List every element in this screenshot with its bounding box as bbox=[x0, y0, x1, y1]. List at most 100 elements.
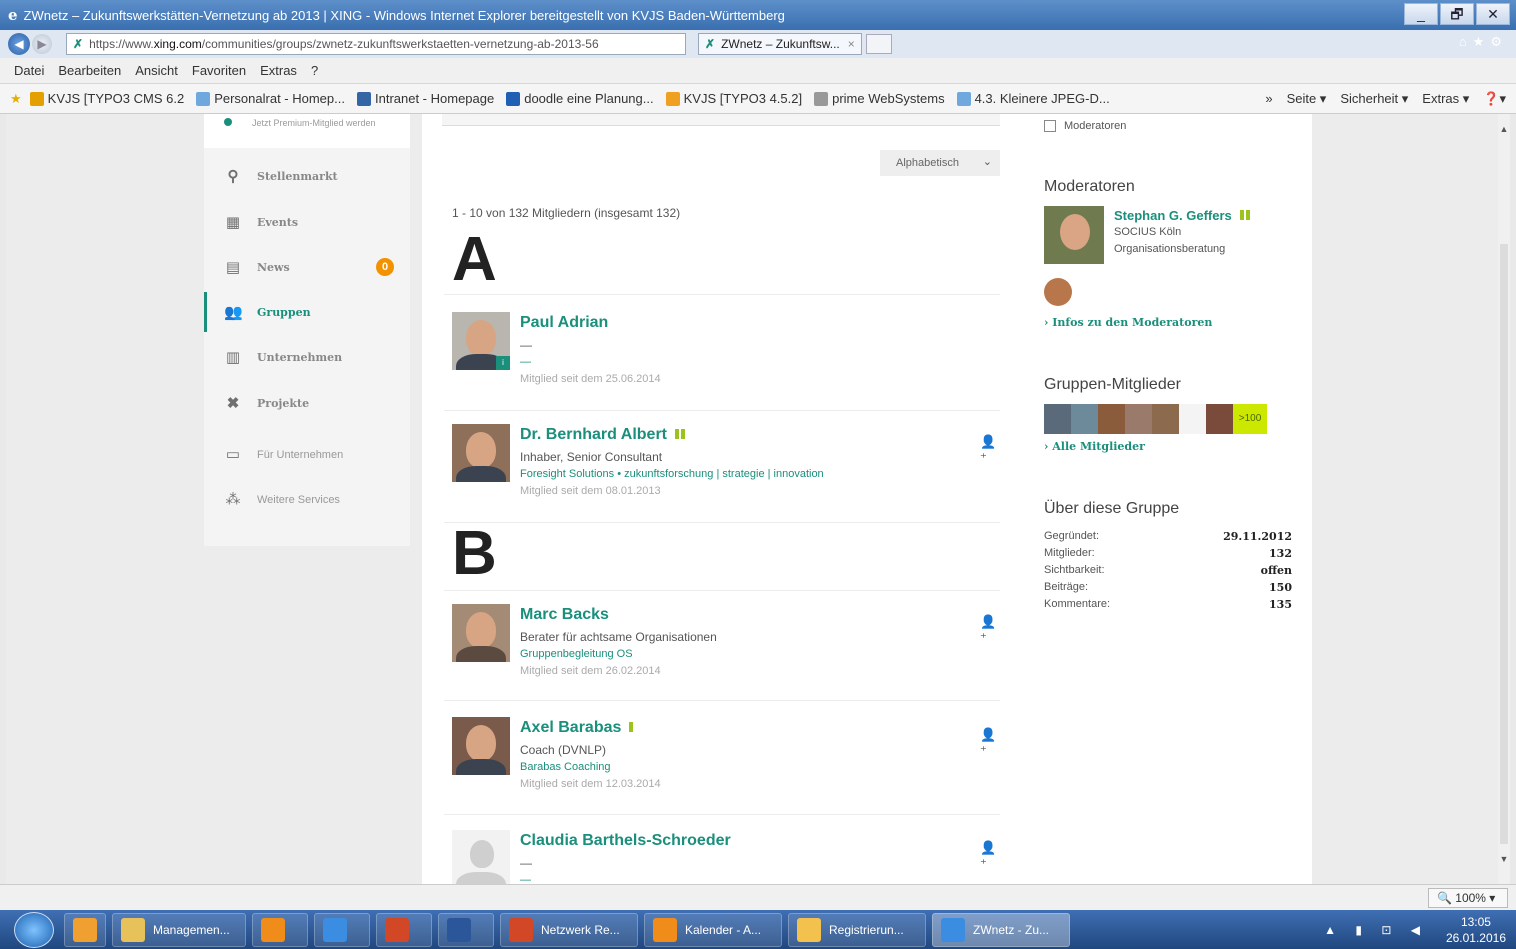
nav-item-fuer-unternehmen[interactable]: ▭ Für Unternehmen bbox=[204, 435, 410, 475]
member-name[interactable]: Marc Backs bbox=[520, 606, 609, 624]
tray-icons[interactable]: ▲ ▮ ⊡ ◀ bbox=[1324, 923, 1428, 937]
taskbar-kalender[interactable]: Kalender - A... bbox=[644, 912, 782, 947]
moderator-avatar-small[interactable] bbox=[1044, 278, 1072, 306]
close-button[interactable]: ✕ bbox=[1476, 3, 1510, 25]
help-menu[interactable]: ❓▾ bbox=[1483, 91, 1506, 107]
favorite-item[interactable]: KVJS [TYPO3 4.5.2] bbox=[665, 91, 802, 106]
taskbar-word[interactable] bbox=[438, 912, 494, 947]
taskbar-zwnetz-ie[interactable]: ZWnetz - Zu... bbox=[932, 912, 1070, 947]
taskbar-outlook[interactable] bbox=[252, 912, 308, 947]
minimize-button[interactable]: _ bbox=[1404, 3, 1438, 25]
prime-websystems-icon bbox=[814, 91, 829, 106]
divider bbox=[444, 294, 1000, 295]
favorite-item[interactable]: Intranet - Homepage bbox=[356, 91, 494, 106]
divider bbox=[444, 410, 1000, 411]
member-thumbnail[interactable] bbox=[1125, 404, 1152, 434]
scrollbar-thumb[interactable] bbox=[1500, 244, 1508, 844]
tools-menu[interactable]: Extras ▾ bbox=[1422, 91, 1469, 107]
more-favorites-button[interactable]: » bbox=[1265, 91, 1272, 107]
member-company[interactable]: Barabas Coaching bbox=[520, 761, 611, 773]
member-company[interactable]: Foresight Solutions • zukunftsforschung … bbox=[520, 468, 824, 480]
menu-ansicht[interactable]: Ansicht bbox=[135, 63, 178, 78]
media-player-icon bbox=[73, 917, 97, 942]
page-scrollbar[interactable]: ▲ ▼ bbox=[1498, 114, 1510, 884]
avatar[interactable] bbox=[452, 717, 510, 775]
nav-item-stellenmarkt[interactable]: ⚲ Stellenmarkt bbox=[204, 156, 410, 196]
forward-button[interactable]: ▶ bbox=[32, 34, 52, 54]
favorite-item[interactable]: Personalrat - Homep... bbox=[196, 91, 345, 106]
member-thumbnail[interactable] bbox=[1179, 404, 1206, 434]
start-button[interactable] bbox=[14, 911, 54, 948]
member-thumbnail[interactable] bbox=[1044, 404, 1071, 434]
favorite-item[interactable]: doodle eine Planung... bbox=[506, 91, 654, 106]
letter-heading-a: A bbox=[452, 225, 497, 294]
sort-select[interactable]: Alphabetisch ⌄ bbox=[880, 150, 1000, 176]
internet-explorer-icon bbox=[323, 917, 347, 942]
add-contact-icon[interactable]: 👤⁺ bbox=[980, 840, 1000, 872]
premium-strip[interactable]: Jetzt Premium-Mitglied werden bbox=[204, 114, 410, 148]
taskbar-media-player[interactable] bbox=[64, 912, 106, 947]
more-members-badge[interactable]: >100 bbox=[1233, 404, 1267, 434]
premium-icon bbox=[1245, 210, 1250, 220]
moderator-avatar[interactable] bbox=[1044, 206, 1104, 264]
nav-item-news[interactable]: ▤ News 0 bbox=[204, 247, 410, 287]
clock[interactable]: 13:05 26.01.2016 bbox=[1446, 914, 1506, 946]
menu-extras[interactable]: Extras bbox=[260, 63, 297, 78]
browser-tab-zwnetz[interactable]: ✗ ZWnetz – Zukunftsw... × bbox=[698, 33, 862, 55]
member-name[interactable]: Paul Adrian bbox=[520, 314, 608, 332]
add-contact-icon[interactable]: 👤⁺ bbox=[980, 434, 1000, 466]
tab-close-icon[interactable]: × bbox=[848, 37, 855, 51]
page-menu[interactable]: Seite ▾ bbox=[1287, 91, 1327, 107]
nav-item-gruppen[interactable]: 👥 Gruppen bbox=[204, 292, 410, 332]
all-members-link[interactable]: › Alle Mitglieder bbox=[1044, 440, 1145, 453]
favorites-star-icon[interactable]: ★ bbox=[10, 91, 22, 107]
member-name[interactable]: Dr. Bernhard Albert bbox=[520, 426, 685, 444]
avatar-placeholder[interactable] bbox=[452, 830, 510, 884]
favorite-item[interactable]: prime WebSystems bbox=[814, 91, 945, 106]
checkbox[interactable] bbox=[1044, 120, 1056, 132]
moderator-filter-checkbox[interactable]: Moderatoren bbox=[1044, 120, 1126, 132]
taskbar-ie[interactable] bbox=[314, 912, 370, 947]
zoom-level-button[interactable]: 🔍 100% ▾ bbox=[1428, 888, 1508, 908]
member-name[interactable]: Axel Barabas bbox=[520, 719, 634, 737]
taskbar-management-folder[interactable]: Managemen... bbox=[112, 912, 246, 947]
nav-item-projekte[interactable]: ✖ Projekte bbox=[204, 383, 410, 423]
url-input[interactable]: ✗ https://www. xing.com /communities/gro… bbox=[66, 33, 686, 55]
member-thumbnail[interactable] bbox=[1098, 404, 1125, 434]
avatar[interactable] bbox=[452, 424, 510, 482]
home-star-gear-icons[interactable]: ⌂★⚙ bbox=[1459, 34, 1508, 50]
taskbar-powerpoint[interactable] bbox=[376, 912, 432, 947]
member-thumbnail[interactable] bbox=[1071, 404, 1098, 434]
scroll-down-icon[interactable]: ▼ bbox=[1498, 854, 1510, 864]
menu-datei[interactable]: Datei bbox=[14, 63, 44, 78]
member-company[interactable]: Gruppenbegleitung OS bbox=[520, 648, 633, 660]
powerpoint-icon bbox=[385, 917, 409, 942]
menu-favoriten[interactable]: Favoriten bbox=[192, 63, 246, 78]
moderator-name[interactable]: Stephan G. Geffers bbox=[1114, 208, 1250, 223]
member-thumbnail[interactable] bbox=[1152, 404, 1179, 434]
taskbar-netzwerk-ppt[interactable]: Netzwerk Re... bbox=[500, 912, 638, 947]
about-group-heading: Über diese Gruppe bbox=[1044, 500, 1180, 517]
menu-help[interactable]: ? bbox=[311, 63, 318, 78]
member-name[interactable]: Claudia Barthels-Schroeder bbox=[520, 832, 731, 850]
back-button[interactable]: ◀ bbox=[8, 33, 30, 55]
taskbar-registrierung[interactable]: Registrierun... bbox=[788, 912, 926, 947]
add-contact-icon[interactable]: 👤⁺ bbox=[980, 727, 1000, 759]
scroll-up-icon[interactable]: ▲ bbox=[1498, 124, 1510, 134]
menu-bearbeiten[interactable]: Bearbeiten bbox=[58, 63, 121, 78]
avatar[interactable]: i bbox=[452, 312, 510, 370]
nav-item-unternehmen[interactable]: ▥ Unternehmen bbox=[204, 337, 410, 377]
favorite-item[interactable]: KVJS [TYPO3 CMS 6.2 bbox=[29, 91, 184, 106]
nav-item-events[interactable]: ▦ Events bbox=[204, 202, 410, 242]
new-tab-button[interactable] bbox=[865, 34, 892, 54]
favorite-item[interactable]: 4.3. Kleinere JPEG-D... bbox=[956, 91, 1110, 106]
security-menu[interactable]: Sicherheit ▾ bbox=[1340, 91, 1408, 107]
moderators-info-link[interactable]: › Infos zu den Moderatoren bbox=[1044, 316, 1212, 329]
add-contact-icon[interactable]: 👤⁺ bbox=[980, 614, 1000, 646]
maximize-button[interactable]: 🗗 bbox=[1440, 3, 1474, 25]
member-thumbnail[interactable] bbox=[1206, 404, 1233, 434]
nav-item-weitere-services[interactable]: ⁂ Weitere Services bbox=[204, 480, 410, 520]
mail-icon bbox=[797, 917, 821, 942]
avatar[interactable] bbox=[452, 604, 510, 662]
about-row: Mitglieder: 132 bbox=[1044, 547, 1292, 560]
